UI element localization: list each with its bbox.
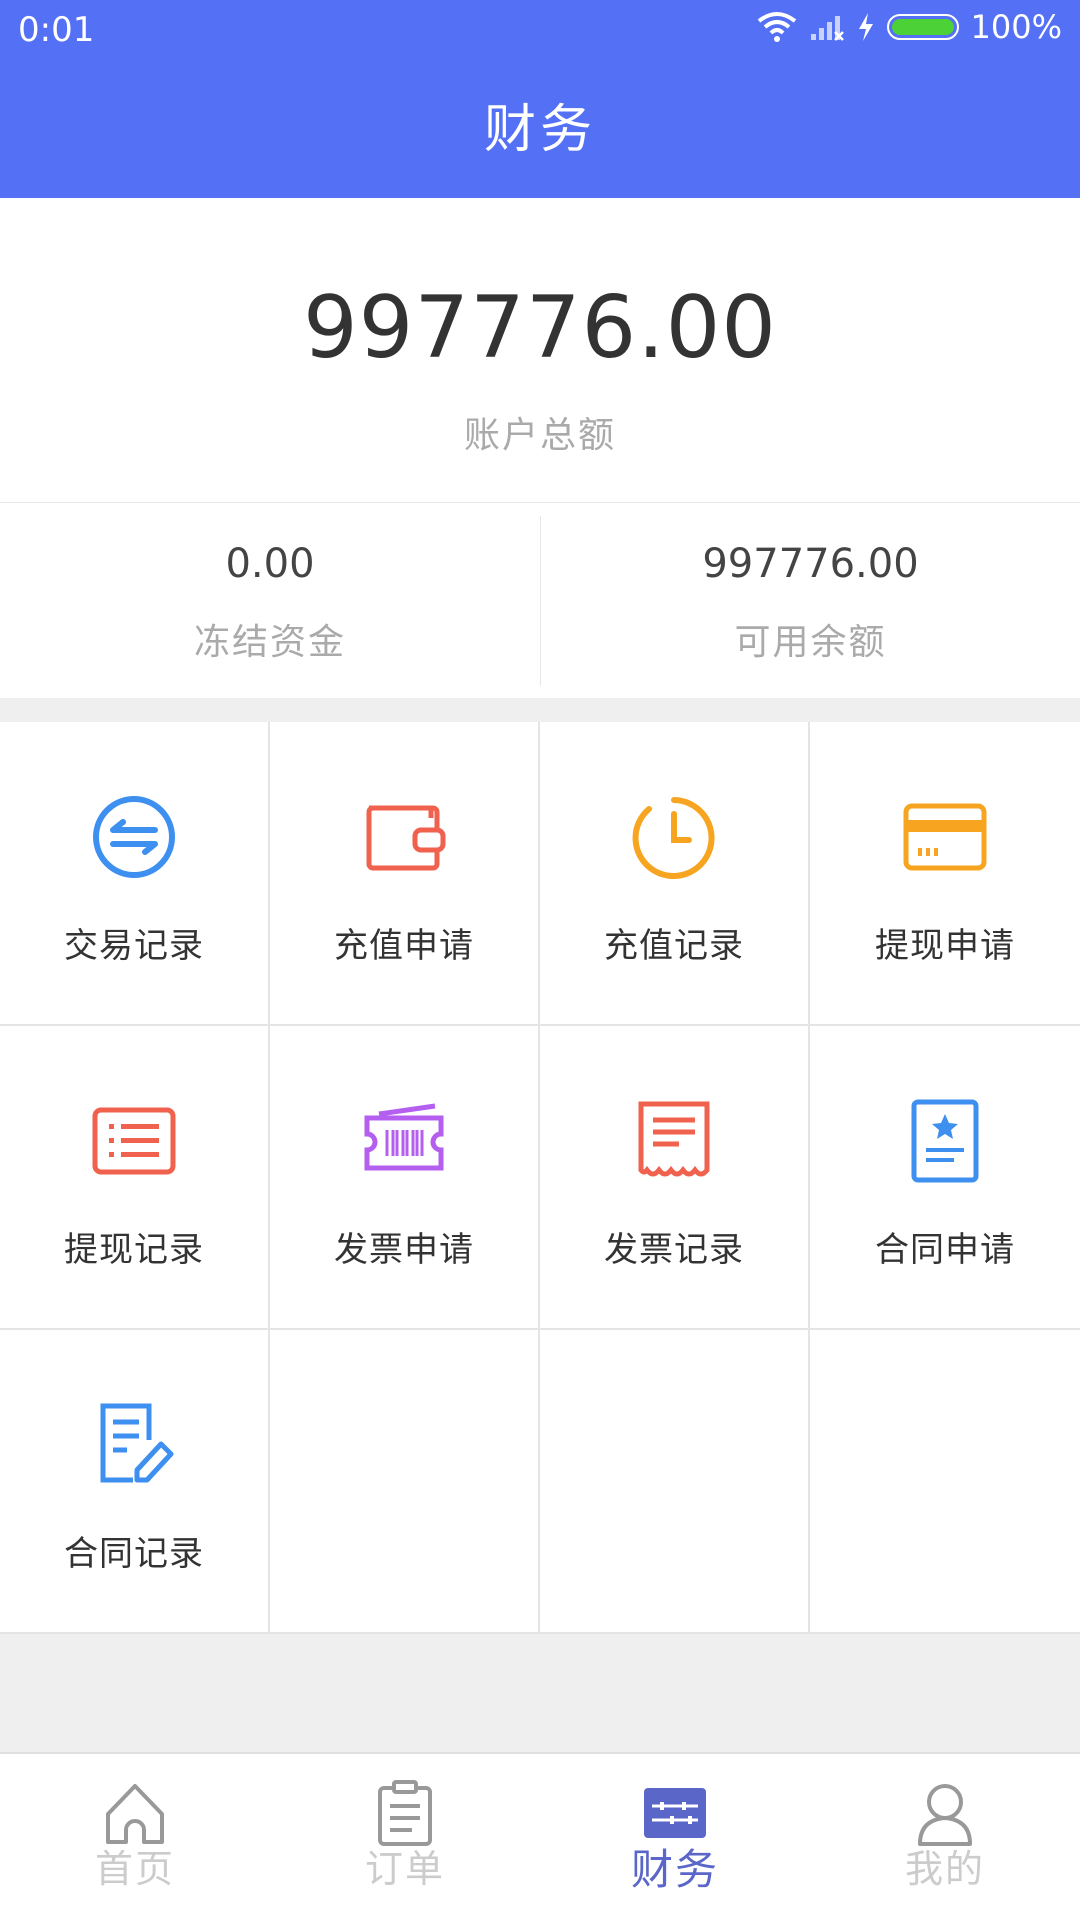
battery-icon bbox=[886, 14, 959, 40]
tab-label: 首页 bbox=[94, 1847, 175, 1891]
tab-label: 订单 bbox=[364, 1847, 445, 1891]
tab-label: 财务 bbox=[630, 1845, 719, 1894]
frozen-value: 0.00 bbox=[225, 541, 315, 587]
available-balance: 997776.00 可用余额 bbox=[540, 516, 1080, 686]
tab-home[interactable]: 首页 bbox=[0, 1754, 270, 1920]
available-label: 可用余额 bbox=[734, 622, 887, 663]
menu-item-label: 合同申请 bbox=[875, 1230, 1015, 1270]
menu-item-withdraw-request[interactable]: 提现申请 bbox=[810, 722, 1080, 1026]
wallet-icon bbox=[366, 805, 446, 871]
menu-item-label: 交易记录 bbox=[64, 926, 204, 966]
app-bar: 财务 bbox=[0, 62, 1080, 198]
total-label: 账户总额 bbox=[463, 415, 616, 456]
frozen-label: 冻结资金 bbox=[193, 622, 346, 663]
tab-finance[interactable]: 财务 bbox=[540, 1754, 810, 1920]
empty-cell bbox=[540, 1330, 810, 1634]
menu-item-label: 充值记录 bbox=[604, 926, 744, 966]
receipt-icon bbox=[638, 1101, 710, 1177]
contract-edit-icon bbox=[100, 1403, 174, 1483]
list-icon bbox=[92, 1107, 176, 1175]
empty-cell bbox=[270, 1330, 540, 1634]
menu-item-label: 提现申请 bbox=[875, 926, 1015, 966]
menu-item-label: 充值申请 bbox=[334, 926, 474, 966]
status-time: 0:01 bbox=[18, 10, 95, 50]
tab-orders[interactable]: 订单 bbox=[270, 1754, 540, 1920]
wifi-icon bbox=[757, 11, 797, 43]
menu-item-invoice-request[interactable]: 发票申请 bbox=[270, 1026, 540, 1330]
status-bar: 0:01 100% bbox=[0, 0, 1080, 62]
charging-icon bbox=[857, 12, 875, 42]
tab-label: 我的 bbox=[904, 1847, 985, 1891]
menu-item-transaction-records[interactable]: 交易记录 bbox=[0, 722, 270, 1026]
home-icon bbox=[106, 1784, 164, 1844]
menu-item-label: 提现记录 bbox=[64, 1230, 204, 1270]
contract-star-icon bbox=[911, 1099, 979, 1183]
page-title: 财务 bbox=[483, 100, 596, 160]
clock-icon bbox=[632, 797, 715, 879]
account-summary: 997776.00 账户总额 0.00 冻结资金 997776.00 可用余额 bbox=[0, 198, 1080, 698]
ticket-icon bbox=[364, 1103, 444, 1171]
menu-item-recharge-request[interactable]: 充值申请 bbox=[270, 722, 540, 1026]
battery-percent: 100% bbox=[970, 8, 1062, 46]
menu-item-label: 合同记录 bbox=[64, 1534, 204, 1574]
card-icon bbox=[903, 803, 987, 871]
exchange-icon bbox=[93, 796, 175, 878]
status-icons: 100% bbox=[757, 8, 1062, 46]
menu-item-contract-records[interactable]: 合同记录 bbox=[0, 1330, 270, 1634]
menu-item-withdraw-records[interactable]: 提现记录 bbox=[0, 1026, 270, 1330]
signal-icon bbox=[809, 12, 845, 42]
tab-profile[interactable]: 我的 bbox=[810, 1754, 1080, 1920]
total-amount: 997776.00 bbox=[302, 278, 778, 378]
order-icon bbox=[378, 1780, 432, 1846]
menu-item-label: 发票申请 bbox=[334, 1230, 474, 1270]
menu-item-invoice-records[interactable]: 发票记录 bbox=[540, 1026, 810, 1330]
empty-cell bbox=[810, 1330, 1080, 1634]
available-value: 997776.00 bbox=[702, 541, 919, 587]
profile-icon bbox=[918, 1784, 972, 1846]
menu-item-contract-request[interactable]: 合同申请 bbox=[810, 1026, 1080, 1330]
finance-menu-grid: 交易记录 充值申请 充值记录 提现申请 提现记录 发票申请 发票记录 合同申请 … bbox=[0, 722, 1080, 1634]
bottom-tab-bar: 首页 订单 财务 我的 bbox=[0, 1752, 1080, 1920]
frozen-funds: 0.00 冻结资金 bbox=[0, 503, 540, 698]
menu-item-recharge-records[interactable]: 充值记录 bbox=[540, 722, 810, 1026]
menu-item-label: 发票记录 bbox=[604, 1230, 744, 1270]
